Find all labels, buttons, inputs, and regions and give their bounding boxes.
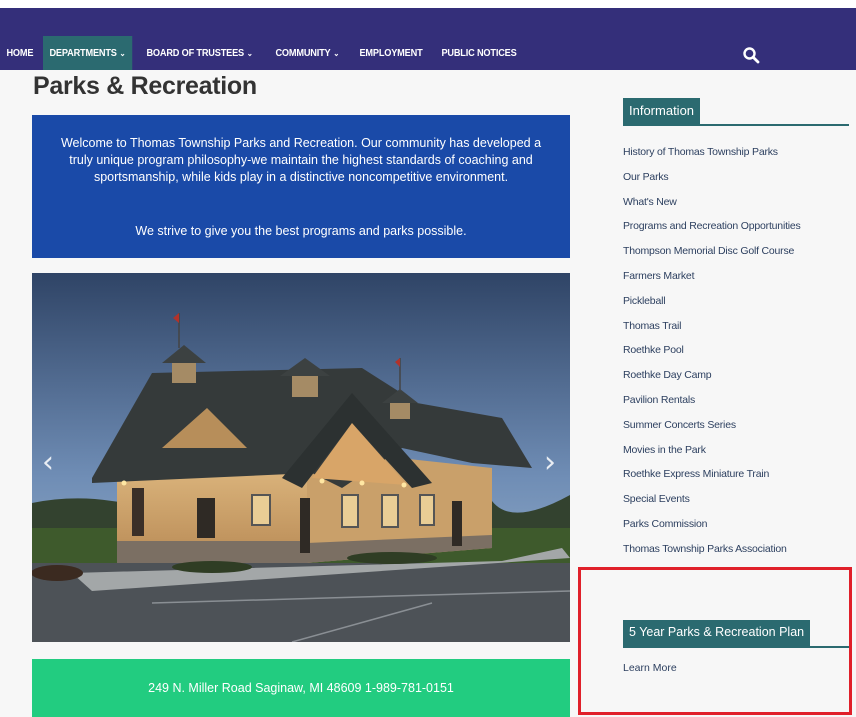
chevron-down-icon: ⌄ [246, 48, 253, 58]
sidebar-link[interactable]: Pavilion Rentals [623, 393, 849, 418]
sidebar-link[interactable]: Farmers Market [623, 269, 849, 294]
sidebar-link[interactable]: Thompson Memorial Disc Golf Course [623, 244, 849, 269]
plan-section-header: 5 Year Parks & Recreation Plan [623, 620, 849, 648]
image-slider[interactable]: ‹ › [32, 273, 570, 642]
information-links: History of Thomas Township Parks Our Par… [623, 145, 849, 567]
information-section-header: Information [623, 98, 849, 126]
sidebar-link[interactable]: Our Parks [623, 170, 849, 195]
nav-item-label: COMMUNITY [275, 47, 331, 59]
chevron-down-icon: ⌄ [119, 48, 126, 58]
chevron-down-icon: ⌄ [333, 48, 340, 58]
nav-item-home[interactable]: HOME [0, 36, 40, 70]
search-icon[interactable] [742, 46, 760, 64]
welcome-text: Welcome to Thomas Township Parks and Rec… [60, 136, 542, 184]
address-text: 249 N. Miller Road Saginaw, MI 48609 1-9… [148, 681, 454, 695]
nav-item-label: BOARD OF TRUSTEES [146, 47, 244, 59]
learn-more-link[interactable]: Learn More [623, 662, 677, 674]
section-heading: Information [623, 98, 701, 124]
sidebar-link[interactable]: Roethke Pool [623, 343, 849, 368]
pavilion-photo [32, 273, 570, 642]
sidebar-link[interactable]: Parks Commission [623, 517, 849, 542]
main-navigation: HOME DEPARTMENTS ⌄ BOARD OF TRUSTEES ⌄ C… [0, 8, 856, 70]
nav-item-departments[interactable]: DEPARTMENTS ⌄ [43, 36, 133, 70]
nav-item-label: DEPARTMENTS [49, 47, 118, 59]
address-bar: 249 N. Miller Road Saginaw, MI 48609 1-9… [32, 659, 570, 717]
section-heading: 5 Year Parks & Recreation Plan [623, 620, 811, 646]
top-margin [0, 0, 856, 8]
chevron-right-icon[interactable]: › [544, 448, 556, 478]
sidebar-link[interactable]: Roethke Day Camp [623, 368, 849, 393]
sidebar-link[interactable]: Movies in the Park [623, 443, 849, 468]
sidebar-link[interactable]: Roethke Express Miniature Train [623, 467, 849, 492]
sidebar-link[interactable]: Thomas Township Parks Association [623, 542, 849, 567]
chevron-left-icon[interactable]: ‹ [42, 448, 54, 478]
welcome-tagline: We strive to give you the best programs … [135, 224, 467, 238]
welcome-banner: Welcome to Thomas Township Parks and Rec… [32, 115, 570, 258]
nav-menu: HOME DEPARTMENTS ⌄ BOARD OF TRUSTEES ⌄ C… [0, 36, 531, 70]
sidebar-link[interactable]: Thomas Trail [623, 319, 849, 344]
sidebar-link[interactable]: Special Events [623, 492, 849, 517]
sidebar-link[interactable]: History of Thomas Township Parks [623, 145, 849, 170]
sidebar-link[interactable]: Pickleball [623, 294, 849, 319]
sidebar-link[interactable]: Programs and Recreation Opportunities [623, 219, 849, 244]
nav-item-employment[interactable]: EMPLOYMENT [353, 36, 429, 70]
nav-item-community[interactable]: COMMUNITY ⌄ [269, 36, 346, 70]
nav-item-label: EMPLOYMENT [359, 47, 423, 59]
nav-item-label: HOME [6, 47, 34, 59]
nav-item-board-of-trustees[interactable]: BOARD OF TRUSTEES ⌄ [140, 36, 259, 70]
nav-item-label: PUBLIC NOTICES [441, 47, 517, 59]
nav-item-public-notices[interactable]: PUBLIC NOTICES [435, 36, 523, 70]
sidebar-link[interactable]: Summer Concerts Series [623, 418, 849, 443]
page-title: Parks & Recreation [33, 72, 257, 100]
sidebar-link[interactable]: What's New [623, 195, 849, 220]
